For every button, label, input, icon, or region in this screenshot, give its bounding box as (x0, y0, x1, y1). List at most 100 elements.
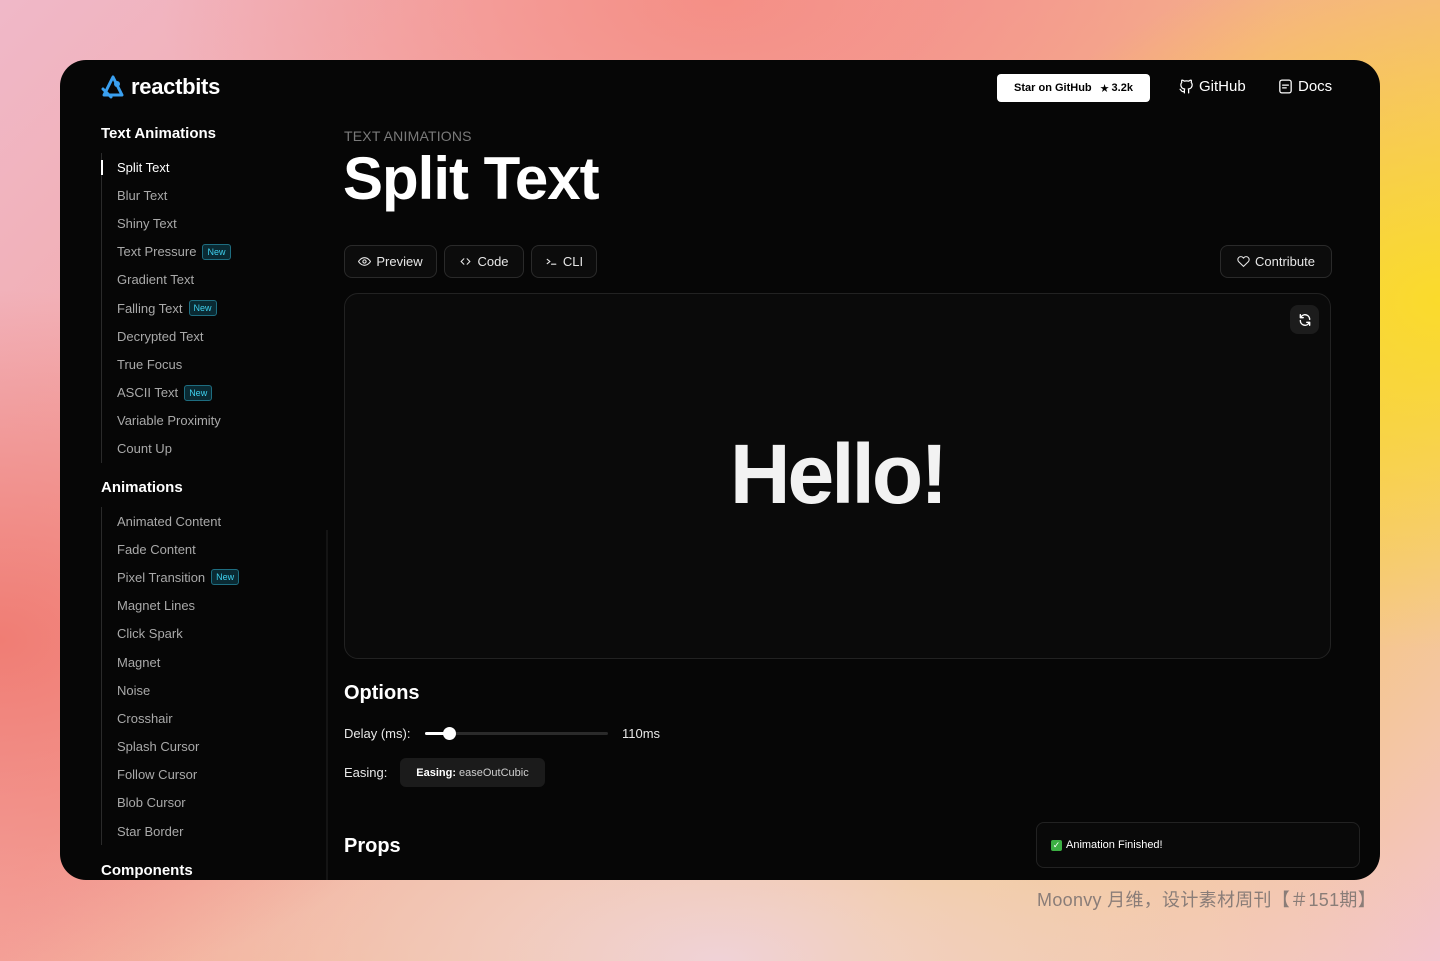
refresh-button[interactable] (1290, 305, 1319, 334)
sidebar-item-count-up[interactable]: Count Up (102, 435, 322, 463)
sidebar-item-gradient-text[interactable]: Gradient Text (102, 266, 322, 294)
sidebar-section-title: Animations (101, 479, 183, 496)
sidebar-group-text-animations: Split Text Blur Text Shiny Text Text Pre… (101, 153, 322, 464)
watermark-text: Moonvy 月维，设计素材周刊【＃151期】 (1037, 890, 1376, 910)
sidebar-item-text-pressure[interactable]: Text Pressure New (102, 238, 322, 266)
new-badge: New (211, 569, 240, 586)
delay-slider[interactable] (425, 727, 608, 740)
sidebar-item-magnet[interactable]: Magnet (102, 648, 322, 676)
github-label: GitHub (1199, 78, 1246, 95)
sidebar-item-label: Follow Cursor (117, 767, 198, 783)
sidebar-item-star-border[interactable]: Star Border (102, 817, 322, 845)
reactbits-logo-icon (101, 75, 124, 99)
new-badge: New (188, 300, 217, 317)
sidebar-item-label: Blob Cursor (117, 795, 186, 811)
sidebar-item-crosshair[interactable]: Crosshair (102, 704, 322, 732)
tab-cli[interactable]: CLI (531, 245, 597, 278)
docs-icon (1279, 79, 1292, 94)
sidebar-item-animated-content[interactable]: Animated Content (102, 507, 322, 535)
sidebar-item-label: Blur Text (117, 187, 168, 203)
code-icon (460, 258, 472, 265)
props-heading: Props (344, 835, 401, 857)
sidebar-item-ascii-text[interactable]: ASCII Text New (102, 379, 322, 407)
tab-label: Preview (376, 254, 423, 269)
page-title: Split Text (343, 145, 600, 212)
tab-preview[interactable]: Preview (344, 245, 437, 278)
sidebar-item-true-focus[interactable]: True Focus (102, 350, 322, 378)
easing-value: easeOutCubic (459, 766, 529, 779)
sidebar-item-fade-content[interactable]: Fade Content (102, 535, 322, 563)
sidebar-item-label: Shiny Text (117, 215, 177, 231)
easing-key: Easing: (416, 766, 456, 779)
eye-icon (358, 257, 372, 266)
heart-icon (1237, 256, 1250, 268)
sidebar-item-label: True Focus (117, 356, 183, 372)
contribute-button[interactable]: Contribute (1220, 245, 1332, 278)
sidebar-item-label: Text Pressure (117, 244, 197, 260)
sidebar-item-noise[interactable]: Noise (102, 676, 322, 704)
sidebar-item-blur-text[interactable]: Blur Text (102, 181, 322, 209)
sidebar-item-label: Magnet Lines (117, 598, 196, 614)
star-on-github-button[interactable]: Star on GitHub ★ 3.2k (997, 74, 1150, 102)
sidebar-divider (326, 530, 328, 880)
sidebar-item-falling-text[interactable]: Falling Text New (102, 294, 322, 322)
delay-value: 110ms (622, 726, 661, 741)
sidebar-item-label: Magnet (117, 654, 161, 670)
toast-notification: ✓ Animation Finished! (1036, 822, 1360, 868)
sidebar-item-magnet-lines[interactable]: Magnet Lines (102, 592, 322, 620)
delay-slider-thumb[interactable] (442, 727, 456, 740)
refresh-icon (1299, 313, 1310, 326)
github-icon (1179, 79, 1193, 94)
sidebar-item-label: Pixel Transition (117, 569, 206, 585)
breadcrumb: TEXT ANIMATIONS (344, 128, 472, 144)
sidebar-section-title: Text Animations (101, 125, 217, 142)
star-icon: ★ (1099, 82, 1110, 95)
sidebar-item-label: Falling Text (117, 300, 183, 316)
sidebar-item-variable-proximity[interactable]: Variable Proximity (102, 407, 322, 435)
sidebar-item-label: Count Up (117, 441, 172, 457)
sidebar-item-decrypted-text[interactable]: Decrypted Text (102, 322, 322, 350)
sidebar-item-split-text[interactable]: Split Text (101, 153, 322, 181)
sidebar-item-label: Star Border (117, 823, 184, 839)
terminal-icon (546, 258, 557, 265)
preview-split-text: Hello! (729, 427, 948, 521)
delay-label: Delay (ms): (344, 726, 411, 741)
sidebar-item-label: ASCII Text (117, 385, 179, 401)
github-link[interactable]: GitHub (1178, 78, 1246, 95)
contribute-label: Contribute (1255, 254, 1315, 269)
star-count: 3.2k (1111, 82, 1133, 94)
sidebar-item-label: Splash Cursor (117, 739, 200, 755)
sidebar-item-label: Animated Content (117, 513, 222, 529)
easing-label: Easing: (344, 765, 388, 780)
sidebar-item-label: Fade Content (117, 541, 196, 557)
brand-name: reactbits (131, 74, 221, 99)
sidebar-item-blob-cursor[interactable]: Blob Cursor (102, 789, 322, 817)
star-label: Star on GitHub (1014, 82, 1092, 94)
sidebar-item-label: Noise (117, 682, 151, 698)
sidebar-item-label: Click Spark (117, 626, 183, 642)
sidebar-item-label: Decrypted Text (117, 328, 204, 344)
easing-select-button[interactable]: Easing: easeOutCubic (400, 758, 545, 787)
sidebar-item-label: Crosshair (117, 710, 173, 726)
toast-message: Animation Finished! (1066, 839, 1163, 851)
check-icon: ✓ (1051, 839, 1062, 851)
star-count-wrap: ★ 3.2k (1100, 82, 1133, 95)
brand-logo[interactable]: reactbits (101, 74, 220, 100)
sidebar-item-click-spark[interactable]: Click Spark (102, 620, 322, 648)
docs-label: Docs (1298, 78, 1333, 95)
sidebar-item-splash-cursor[interactable]: Splash Cursor (102, 733, 322, 761)
sidebar-item-follow-cursor[interactable]: Follow Cursor (102, 761, 322, 789)
tab-code[interactable]: Code (444, 245, 524, 278)
docs-link[interactable]: Docs (1277, 78, 1332, 95)
sidebar-item-label: Split Text (117, 159, 170, 175)
new-badge: New (202, 243, 231, 260)
sidebar-item-pixel-transition[interactable]: Pixel Transition New (102, 563, 322, 591)
preview-panel: Hello! (344, 293, 1331, 659)
tab-label: Code (477, 254, 509, 269)
tab-label: CLI (562, 254, 584, 269)
sidebar-item-label: Variable Proximity (117, 413, 221, 429)
sidebar-item-label: Gradient Text (117, 272, 195, 288)
app-window: reactbits Star on GitHub ★ 3.2k GitHub D… (60, 60, 1380, 880)
sidebar-item-shiny-text[interactable]: Shiny Text (102, 209, 322, 237)
sidebar-section-title: Components (101, 862, 193, 879)
